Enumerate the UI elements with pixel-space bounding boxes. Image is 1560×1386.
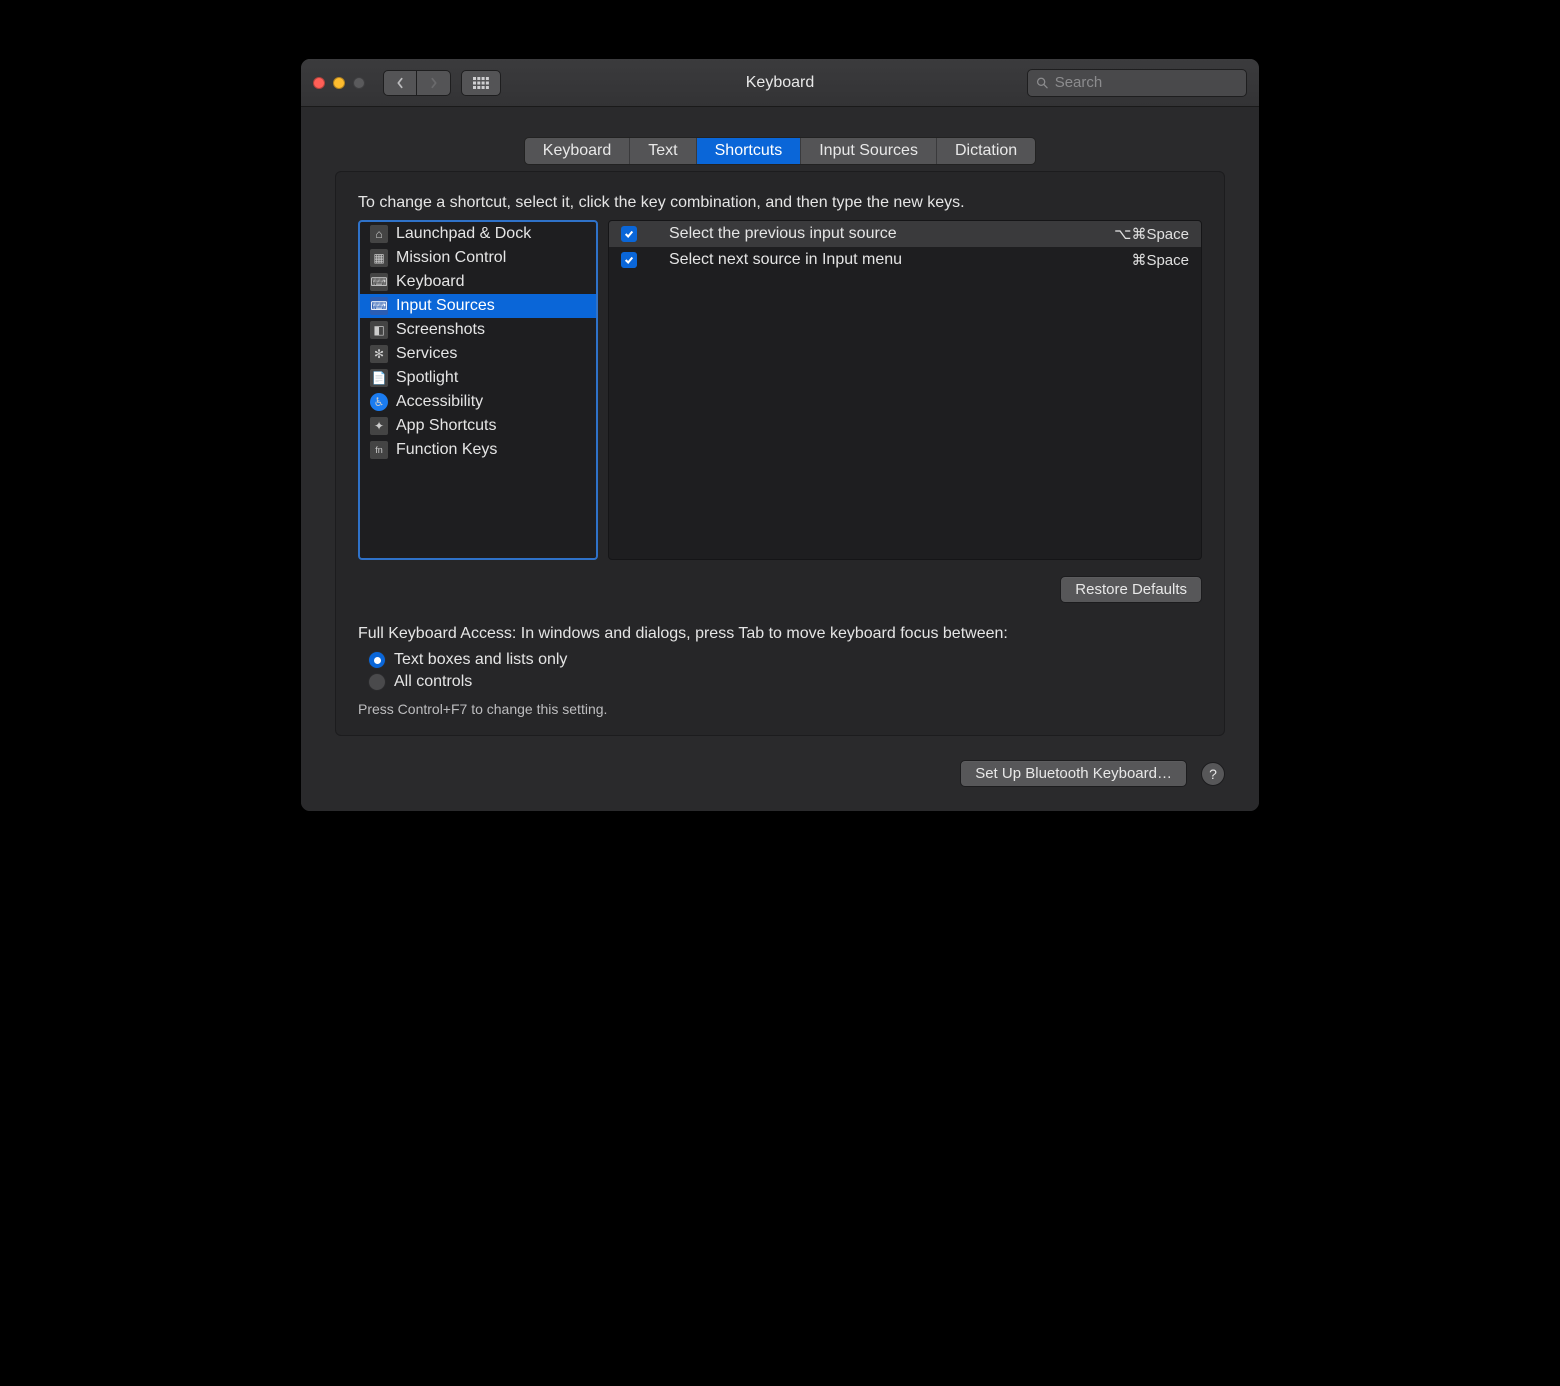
tab-shortcuts[interactable]: Shortcuts [697,138,802,164]
fka-hint: Press Control+F7 to change this setting. [358,701,1202,717]
tab-keyboard[interactable]: Keyboard [525,138,631,164]
services-icon: ✻ [370,345,388,363]
minimize-button[interactable] [333,77,345,89]
function-keys-icon: fn [370,441,388,459]
sidebar-item-services[interactable]: ✻ Services [360,342,596,366]
shortcut-keys[interactable]: ⌥⌘Space [1114,225,1189,243]
search-icon [1036,76,1049,90]
search-input[interactable] [1055,74,1238,91]
show-all-button[interactable] [461,70,501,96]
radio-label: All controls [394,673,472,691]
sidebar-item-label: Function Keys [396,441,497,459]
grid-icon [473,77,489,89]
bluetooth-keyboard-button[interactable]: Set Up Bluetooth Keyboard… [960,760,1187,787]
sidebar-item-accessibility[interactable]: ♿︎ Accessibility [360,390,596,414]
radio-button[interactable] [368,673,386,691]
category-list[interactable]: ⌂ Launchpad & Dock ▦ Mission Control ⌨ K… [358,220,598,560]
radio-label: Text boxes and lists only [394,651,567,669]
shortcut-row[interactable]: Select the previous input source ⌥⌘Space [609,221,1201,247]
sidebar-item-label: Screenshots [396,321,485,339]
back-button[interactable] [383,70,417,96]
check-icon [624,229,634,239]
content: Keyboard Text Shortcuts Input Sources Di… [301,107,1259,811]
tab-text[interactable]: Text [630,138,696,164]
restore-row: Restore Defaults [358,576,1202,603]
tab-input-sources[interactable]: Input Sources [801,138,937,164]
close-button[interactable] [313,77,325,89]
forward-button[interactable] [417,70,451,96]
full-keyboard-access-label: Full Keyboard Access: In windows and dia… [358,625,1202,643]
preferences-window: Keyboard Keyboard Text Shortcuts Input S… [300,58,1260,812]
sidebar-item-function-keys[interactable]: fn Function Keys [360,438,596,462]
instruction-text: To change a shortcut, select it, click t… [358,194,1202,212]
footer: Set Up Bluetooth Keyboard… ? [335,760,1225,787]
chevron-right-icon [429,77,439,89]
mission-control-icon: ▦ [370,249,388,267]
shortcut-list[interactable]: Select the previous input source ⌥⌘Space… [608,220,1202,560]
titlebar: Keyboard [301,59,1259,107]
search-field-wrap[interactable] [1027,69,1247,97]
shortcut-checkbox[interactable] [621,226,637,242]
screenshots-icon: ◧ [370,321,388,339]
sidebar-item-label: Spotlight [396,369,458,387]
sidebar-item-label: Keyboard [396,273,465,291]
check-icon [624,255,634,265]
app-shortcuts-icon: ✦ [370,417,388,435]
split-view: ⌂ Launchpad & Dock ▦ Mission Control ⌨ K… [358,220,1202,560]
sidebar-item-label: Accessibility [396,393,483,411]
fka-radio-group: Text boxes and lists only All controls [368,649,1202,693]
sidebar-item-label: Services [396,345,457,363]
sidebar-item-spotlight[interactable]: 📄 Spotlight [360,366,596,390]
sidebar-item-launchpad[interactable]: ⌂ Launchpad & Dock [360,222,596,246]
radio-button[interactable] [368,651,386,669]
launchpad-icon: ⌂ [370,225,388,243]
shortcut-label: Select next source in Input menu [651,251,1117,269]
sidebar-item-mission-control[interactable]: ▦ Mission Control [360,246,596,270]
spotlight-icon: 📄 [370,369,388,387]
tab-dictation[interactable]: Dictation [937,138,1035,164]
shortcut-keys[interactable]: ⌘Space [1131,251,1189,269]
radio-text-boxes-only[interactable]: Text boxes and lists only [368,649,1202,671]
sidebar-item-app-shortcuts[interactable]: ✦ App Shortcuts [360,414,596,438]
keyboard-icon: ⌨ [370,273,388,291]
tab-row: Keyboard Text Shortcuts Input Sources Di… [335,137,1225,165]
shortcut-label: Select the previous input source [651,225,1100,243]
window-title: Keyboard [746,74,815,92]
sidebar-item-keyboard[interactable]: ⌨ Keyboard [360,270,596,294]
help-button[interactable]: ? [1201,762,1225,786]
tabs: Keyboard Text Shortcuts Input Sources Di… [524,137,1036,165]
restore-defaults-button[interactable]: Restore Defaults [1060,576,1202,603]
shortcut-row[interactable]: Select next source in Input menu ⌘Space [609,247,1201,273]
sidebar-item-label: App Shortcuts [396,417,497,435]
accessibility-icon: ♿︎ [370,393,388,411]
sidebar-item-input-sources[interactable]: ⌨ Input Sources [360,294,596,318]
traffic-lights [313,77,365,89]
radio-all-controls[interactable]: All controls [368,671,1202,693]
shortcut-checkbox[interactable] [621,252,637,268]
sidebar-item-label: Launchpad & Dock [396,225,531,243]
zoom-button[interactable] [353,77,365,89]
sidebar-item-screenshots[interactable]: ◧ Screenshots [360,318,596,342]
shortcuts-panel: To change a shortcut, select it, click t… [335,171,1225,736]
sidebar-item-label: Mission Control [396,249,506,267]
input-sources-icon: ⌨ [370,297,388,315]
chevron-left-icon [395,77,405,89]
sidebar-item-label: Input Sources [396,297,495,315]
nav-buttons [383,70,451,96]
